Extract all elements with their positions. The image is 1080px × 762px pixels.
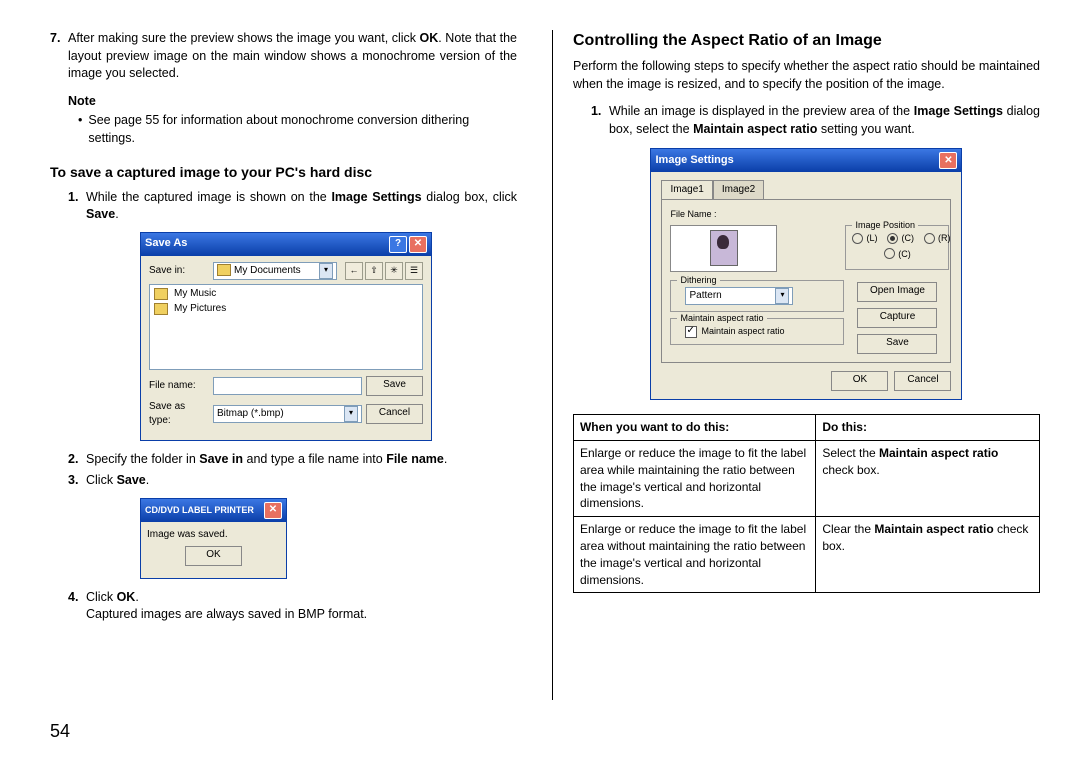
chevron-down-icon[interactable]: ▾ [775, 288, 789, 304]
save-heading: To save a captured image to your PC's ha… [50, 163, 517, 183]
cancel-button[interactable]: Cancel [366, 404, 423, 424]
r-step1-text: While an image is displayed in the previ… [609, 103, 1040, 138]
aspect-ratio-table: When you want to do this: Do this: Enlar… [573, 414, 1040, 593]
step4-number: 4. [68, 589, 82, 624]
aspect-heading: Controlling the Aspect Ratio of an Image [573, 30, 1040, 52]
close-icon[interactable]: ✕ [264, 502, 282, 519]
step2-number: 2. [68, 451, 82, 469]
tab-image2[interactable]: Image2 [713, 180, 764, 199]
ok-button[interactable]: OK [185, 546, 242, 566]
radio-right[interactable]: (R) [924, 232, 951, 245]
table-row: Enlarge or reduce the image to fit the l… [573, 440, 1039, 516]
tab-image1[interactable]: Image1 [661, 180, 712, 199]
help-icon[interactable]: ? [389, 236, 407, 253]
maintain-aspect-checkbox[interactable]: Maintain aspect ratio [685, 325, 837, 338]
note-heading: Note [68, 93, 517, 111]
step7-number: 7. [50, 30, 64, 83]
step1-number: 1. [68, 189, 82, 224]
saveastype-label: Save as type: [149, 400, 209, 428]
chevron-down-icon[interactable]: ▾ [344, 406, 358, 422]
step3-number: 3. [68, 472, 82, 490]
aspect-intro: Perform the following steps to specify w… [573, 58, 1040, 93]
open-image-button[interactable]: Open Image [857, 282, 937, 302]
list-item[interactable]: My Pictures [154, 302, 418, 316]
close-icon[interactable]: ✕ [409, 236, 427, 253]
step4-note: Captured images are always saved in BMP … [86, 606, 517, 624]
radio-center2[interactable]: (C) [884, 248, 911, 261]
radio-left[interactable]: (L) [852, 232, 877, 245]
table-header-do: Do this: [816, 415, 1040, 441]
confirm-message: Image was saved. [147, 528, 280, 542]
back-icon[interactable]: ← [345, 262, 363, 280]
table-row: Enlarge or reduce the image to fit the l… [573, 517, 1039, 593]
checkbox-icon[interactable] [685, 326, 697, 338]
savein-combo[interactable]: My Documents ▾ [213, 262, 337, 280]
image-settings-dialog: Image Settings ✕ Image1 Image2 File Name… [650, 148, 962, 400]
step2-text: Specify the folder in Save in and type a… [86, 451, 517, 469]
cancel-button[interactable]: Cancel [894, 371, 951, 391]
dithering-group: Dithering Pattern ▾ [670, 280, 844, 312]
file-list[interactable]: My Music My Pictures [149, 284, 423, 370]
new-folder-icon[interactable]: ✳ [385, 262, 403, 280]
ok-button[interactable]: OK [831, 371, 888, 391]
folder-icon [154, 303, 168, 315]
radio-center[interactable]: (C) [887, 232, 914, 245]
step1-text: While the captured image is shown on the… [86, 189, 517, 224]
page-number: 54 [50, 721, 70, 742]
image-preview [670, 225, 777, 272]
r-step1-number: 1. [591, 103, 605, 138]
saveas-dialog: Save As ? ✕ Save in: My Documents ▾ ← ⇧ [140, 232, 432, 441]
column-divider [552, 30, 553, 700]
list-item[interactable]: My Music [154, 287, 418, 301]
filename-input[interactable] [213, 377, 362, 395]
confirm-dialog: CD/DVD LABEL PRINTER ✕ Image was saved. … [140, 498, 287, 579]
folder-icon [154, 288, 168, 300]
save-button[interactable]: Save [857, 334, 937, 354]
capture-button[interactable]: Capture [857, 308, 937, 328]
folder-icon [217, 264, 231, 276]
up-folder-icon[interactable]: ⇧ [365, 262, 383, 280]
confirm-title: CD/DVD LABEL PRINTER [145, 504, 254, 517]
close-icon[interactable]: ✕ [939, 152, 957, 169]
imgset-title: Image Settings [655, 153, 733, 168]
dithering-combo[interactable]: Pattern ▾ [685, 287, 793, 305]
view-menu-icon[interactable]: ☰ [405, 262, 423, 280]
save-button[interactable]: Save [366, 376, 423, 396]
table-header-when: When you want to do this: [573, 415, 815, 441]
chevron-down-icon[interactable]: ▾ [319, 263, 333, 279]
step7-text: After making sure the preview shows the … [68, 30, 517, 83]
saveas-title: Save As [145, 236, 187, 251]
step3-text: Click Save. [86, 472, 517, 490]
step4-text: Click OK. Captured images are always sav… [86, 589, 517, 624]
savein-label: Save in: [149, 264, 209, 278]
maintain-aspect-group: Maintain aspect ratio Maintain aspect ra… [670, 318, 844, 345]
image-position-group: Image Position (L) (C) (R) (C) [845, 225, 949, 270]
note-bullet: • See page 55 for information about mono… [78, 112, 517, 147]
filename-label: File name: [149, 379, 209, 393]
saveastype-combo[interactable]: Bitmap (*.bmp) ▾ [213, 405, 362, 423]
thumbnail-icon [710, 230, 738, 266]
